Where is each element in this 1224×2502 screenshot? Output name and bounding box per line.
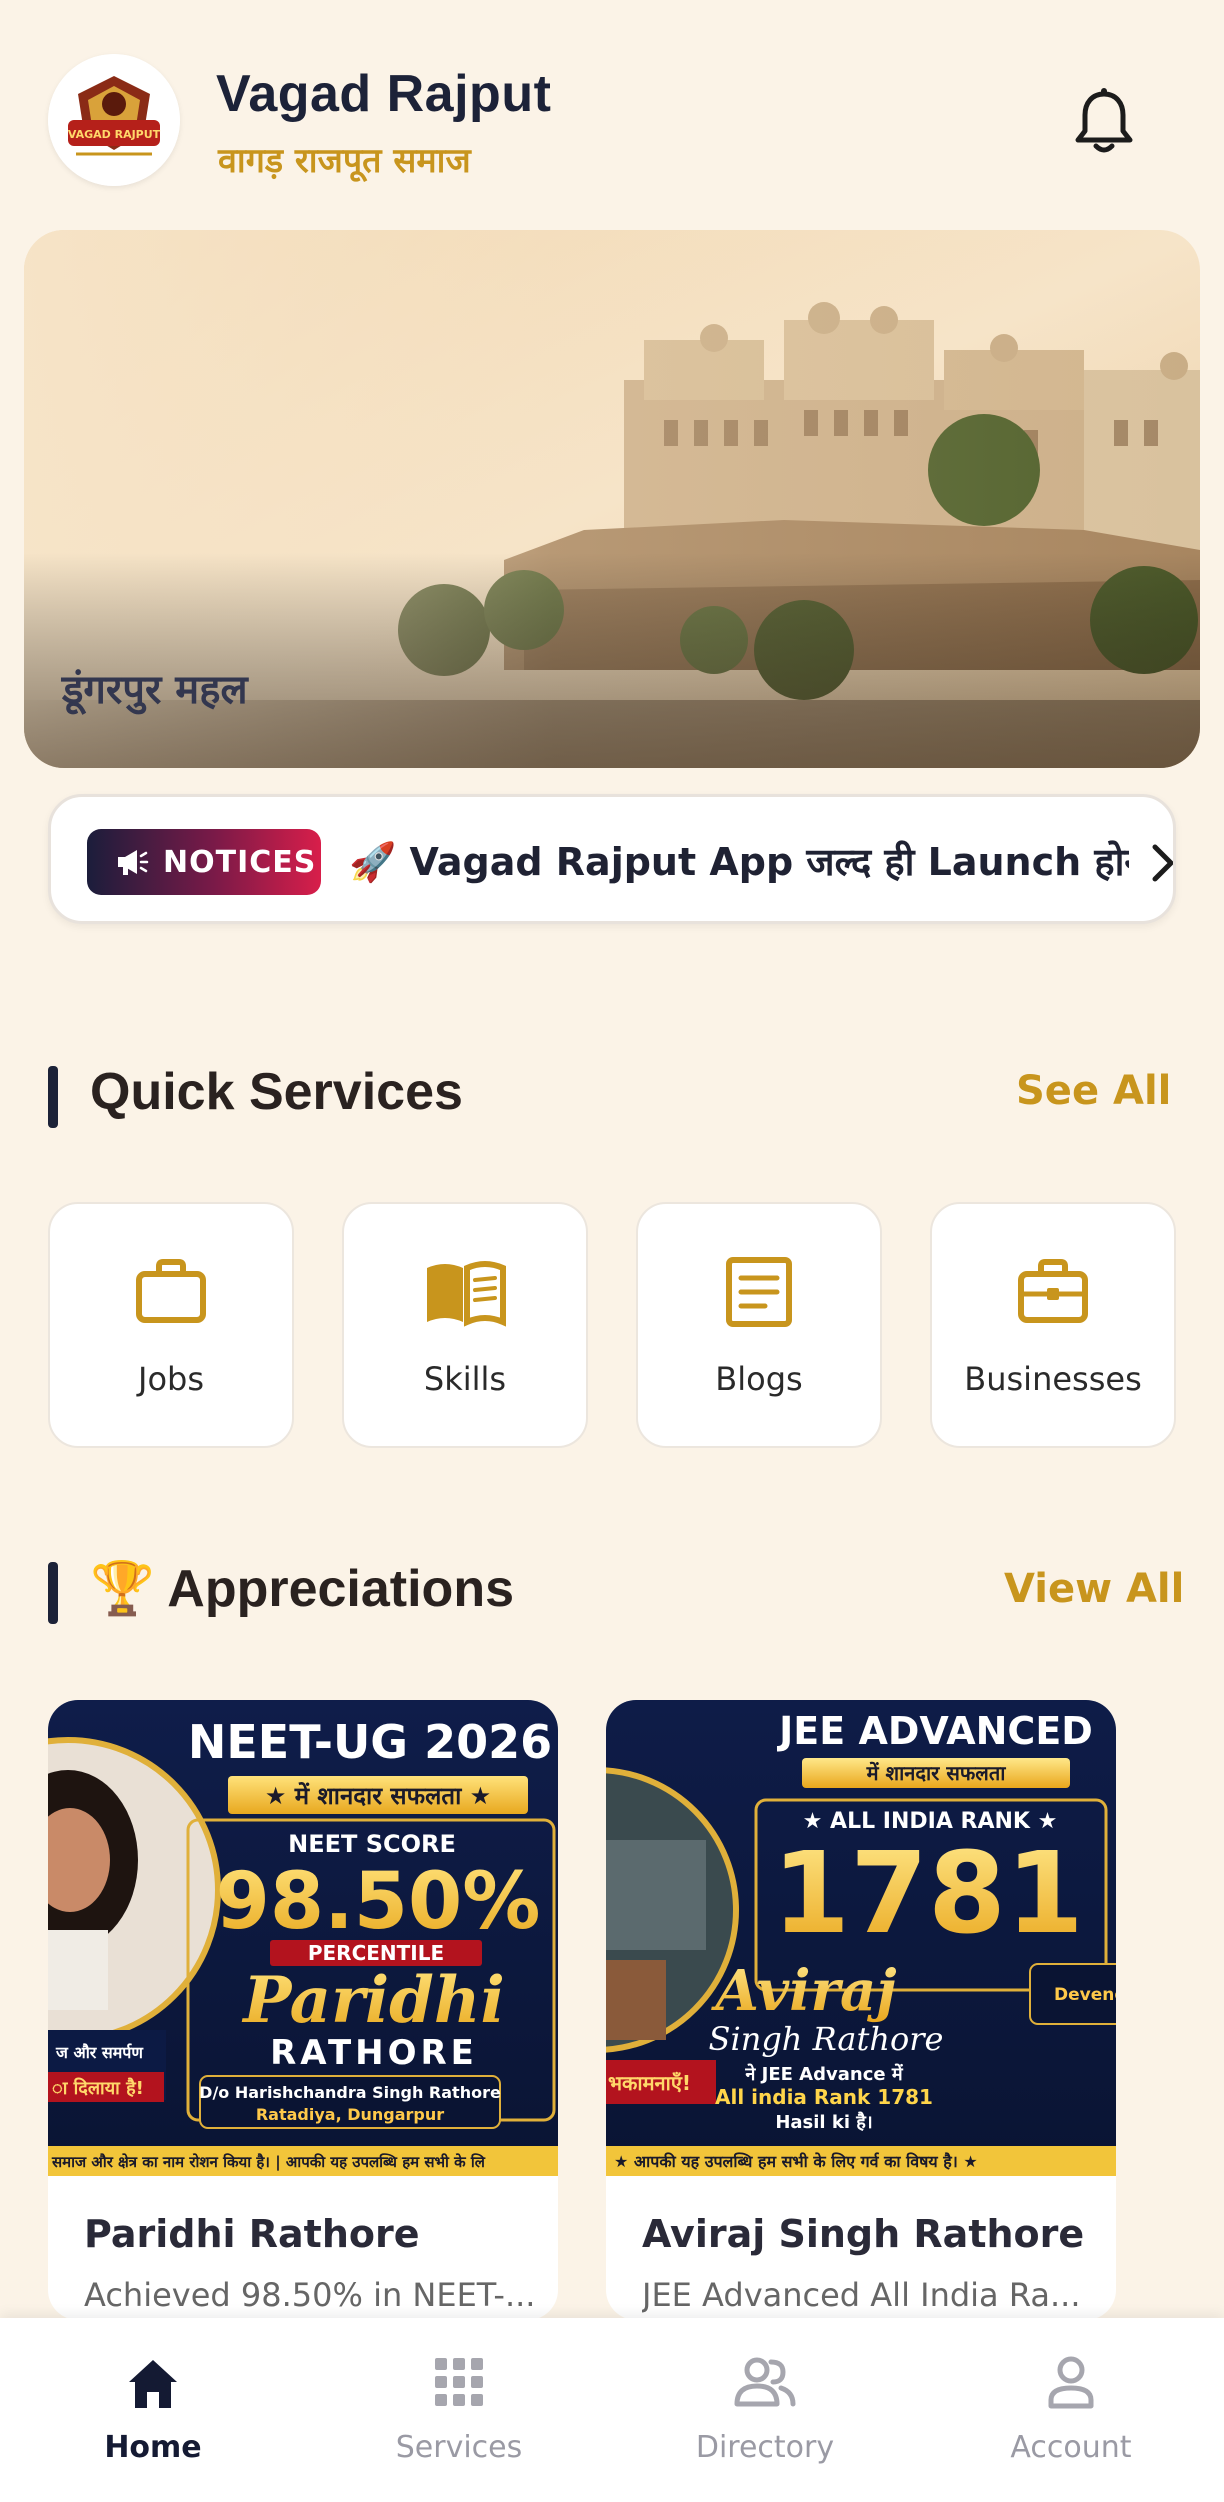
- service-label-blogs: Blogs: [715, 1360, 803, 1398]
- quick-services-title: Quick Services: [90, 1063, 463, 1121]
- banner-caption: डूंगरपुर महल: [62, 667, 248, 713]
- poster-place: Ratadiya, Dungarpur: [256, 2105, 444, 2124]
- see-all-link[interactable]: See All: [1016, 1068, 1171, 1114]
- logo-emblem: VAGAD RAJPUT: [48, 54, 180, 186]
- view-all-link[interactable]: View All: [1004, 1566, 1184, 1612]
- poster-line-1: ने JEE Advance में: [744, 2063, 903, 2085]
- notice-ticker[interactable]: NOTICES 🚀 Vagad Rajput App जल्द ही Launc…: [48, 794, 1176, 924]
- service-card-blogs[interactable]: Blogs: [636, 1202, 882, 1448]
- appreciation-poster: ज और समर्पण ा दिलाया है! NEET-UG 2026 ★ …: [48, 1700, 558, 2176]
- service-card-skills[interactable]: Skills: [342, 1202, 588, 1448]
- app-header: VAGAD RAJPUT Vagad Rajput वागड़ राजपूत स…: [0, 0, 1224, 220]
- home-icon: [0, 2354, 306, 2418]
- poster-last-name: Singh Rathore: [709, 2020, 944, 2058]
- poster-score-label: NEET SCORE: [288, 1830, 456, 1858]
- service-label-businesses: Businesses: [964, 1360, 1142, 1398]
- service-card-jobs[interactable]: Jobs: [48, 1202, 294, 1448]
- bell-icon[interactable]: [1072, 88, 1136, 156]
- hero-banner[interactable]: डूंगरपुर महल: [24, 230, 1200, 768]
- appreciation-name: Aviraj Singh Rathore ( ...: [642, 2212, 1092, 2256]
- appreciation-name: Paridhi Rathore: [84, 2212, 420, 2256]
- notices-label: NOTICES: [163, 844, 317, 880]
- service-card-businesses[interactable]: Businesses: [930, 1202, 1176, 1448]
- nav-account[interactable]: Account: [918, 2318, 1224, 2502]
- app-subtitle: वागड़ राजपूत समाज: [218, 141, 471, 181]
- appreciations-title: 🏆 Appreciations: [90, 1560, 514, 1618]
- nav-home[interactable]: Home: [0, 2318, 306, 2502]
- appreciation-description: Achieved 98.50% in NEET-...: [84, 2276, 534, 2314]
- nav-services[interactable]: Services: [306, 2318, 612, 2502]
- poster-score: 1781: [772, 1829, 1084, 1959]
- section-accent-bar: [48, 1066, 58, 1128]
- poster-line-3: Hasil ki है।: [775, 2111, 872, 2133]
- poster-headline: JEE ADVANCED: [776, 1709, 1093, 1753]
- poster-score-tag: PERCENTILE: [308, 1941, 444, 1965]
- poster-line-2: All india Rank 1781: [715, 2085, 933, 2109]
- poster-first-name: Aviraj: [710, 1958, 896, 2024]
- poster-ribbon: में शानदार सफलता: [866, 1761, 1007, 1785]
- nav-label-account: Account: [1010, 2430, 1132, 2465]
- poster-side-ribbon: भकामनाएँ!: [608, 2071, 691, 2095]
- poster-ribbon: ★ में शानदार सफलता ★: [265, 1782, 491, 1810]
- poster-score: 98.50%: [216, 1857, 541, 1947]
- nav-label-services: Services: [395, 2430, 523, 2465]
- bottom-navigation: Home Services Directory Account: [0, 2318, 1224, 2502]
- poster-headline: NEET-UG 2026: [188, 1715, 552, 1769]
- briefcase-icon: [50, 1252, 292, 1332]
- poster-footer: समाज और क्षेत्र का नाम रोशन किया है। | आ…: [51, 2153, 486, 2172]
- document-icon: [638, 1252, 880, 1332]
- poster-side-ribbon: ा दिलाया है!: [52, 2077, 144, 2099]
- appreciation-poster: भकामनाएँ! JEE ADVANCED में शानदार सफलता …: [606, 1700, 1116, 2176]
- grid-icon: [306, 2354, 612, 2418]
- megaphone-icon: [118, 850, 149, 875]
- chevron-right-icon[interactable]: [1143, 841, 1173, 885]
- user-icon: [918, 2354, 1224, 2418]
- book-icon: [344, 1252, 586, 1332]
- notices-badge: NOTICES: [87, 829, 321, 895]
- poster-side-text: ज और समर्पण: [55, 2043, 144, 2062]
- poster-side-right: Devend: [1054, 1985, 1116, 2005]
- poster-last-name: RATHORE: [270, 2033, 478, 2073]
- business-case-icon: [932, 1252, 1174, 1332]
- logo-text: VAGAD RAJPUT: [68, 128, 161, 141]
- service-label-skills: Skills: [423, 1360, 507, 1398]
- app-title: Vagad Rajput: [216, 65, 552, 123]
- poster-first-name: Paridhi: [241, 1963, 505, 2038]
- nav-directory[interactable]: Directory: [612, 2318, 918, 2502]
- app-logo[interactable]: VAGAD RAJPUT: [48, 54, 180, 186]
- appreciation-card[interactable]: भकामनाएँ! JEE ADVANCED में शानदार सफलता …: [606, 1700, 1116, 2320]
- poster-parent: D/o Harishchandra Singh Rathore: [199, 2083, 501, 2102]
- nav-label-directory: Directory: [695, 2430, 835, 2465]
- notice-text[interactable]: 🚀 Vagad Rajput App जल्द ही Launch होने व…: [349, 829, 1129, 895]
- nav-label-home: Home: [104, 2430, 202, 2465]
- people-icon: [612, 2354, 918, 2418]
- poster-footer: ★ आपकी यह उपलब्धि हम सभी के लिए गर्व का …: [614, 2152, 978, 2171]
- service-label-jobs: Jobs: [138, 1360, 204, 1398]
- appreciation-card[interactable]: ज और समर्पण ा दिलाया है! NEET-UG 2026 ★ …: [48, 1700, 558, 2320]
- appreciation-description: JEE Advanced All India Ra...: [642, 2276, 1081, 2314]
- section-accent-bar: [48, 1562, 58, 1624]
